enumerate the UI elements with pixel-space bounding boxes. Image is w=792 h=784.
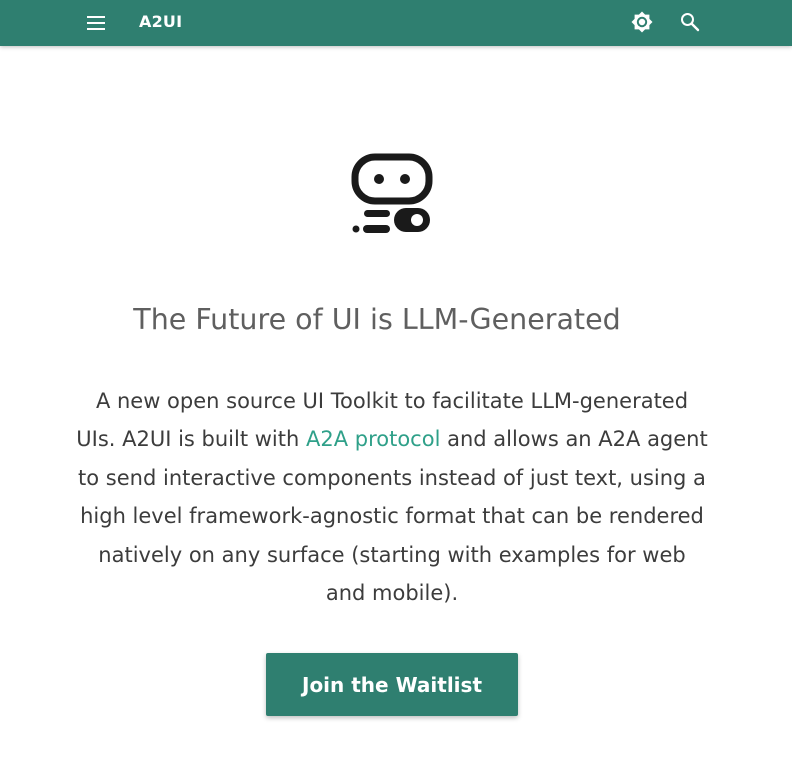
- brightness-icon: [631, 11, 653, 33]
- robot-face-icon: [351, 153, 433, 233]
- menu-button[interactable]: [82, 9, 110, 37]
- search-button[interactable]: [676, 8, 704, 36]
- site-title[interactable]: A2UI: [139, 11, 182, 33]
- menu-icon: [87, 16, 105, 30]
- search-icon: [681, 13, 700, 32]
- description-text-end: and allows an A2A agent to send interact…: [78, 427, 708, 606]
- theme-toggle-button[interactable]: [628, 8, 656, 36]
- page-headline: The Future of UI is LLM-Generated: [133, 303, 621, 336]
- hero-description: A new open source UI Toolkit to facilita…: [76, 382, 708, 612]
- top-app-bar: A2UI: [0, 0, 792, 46]
- join-waitlist-button[interactable]: Join the Waitlist: [266, 653, 518, 716]
- a2a-protocol-link[interactable]: A2A protocol: [306, 427, 440, 451]
